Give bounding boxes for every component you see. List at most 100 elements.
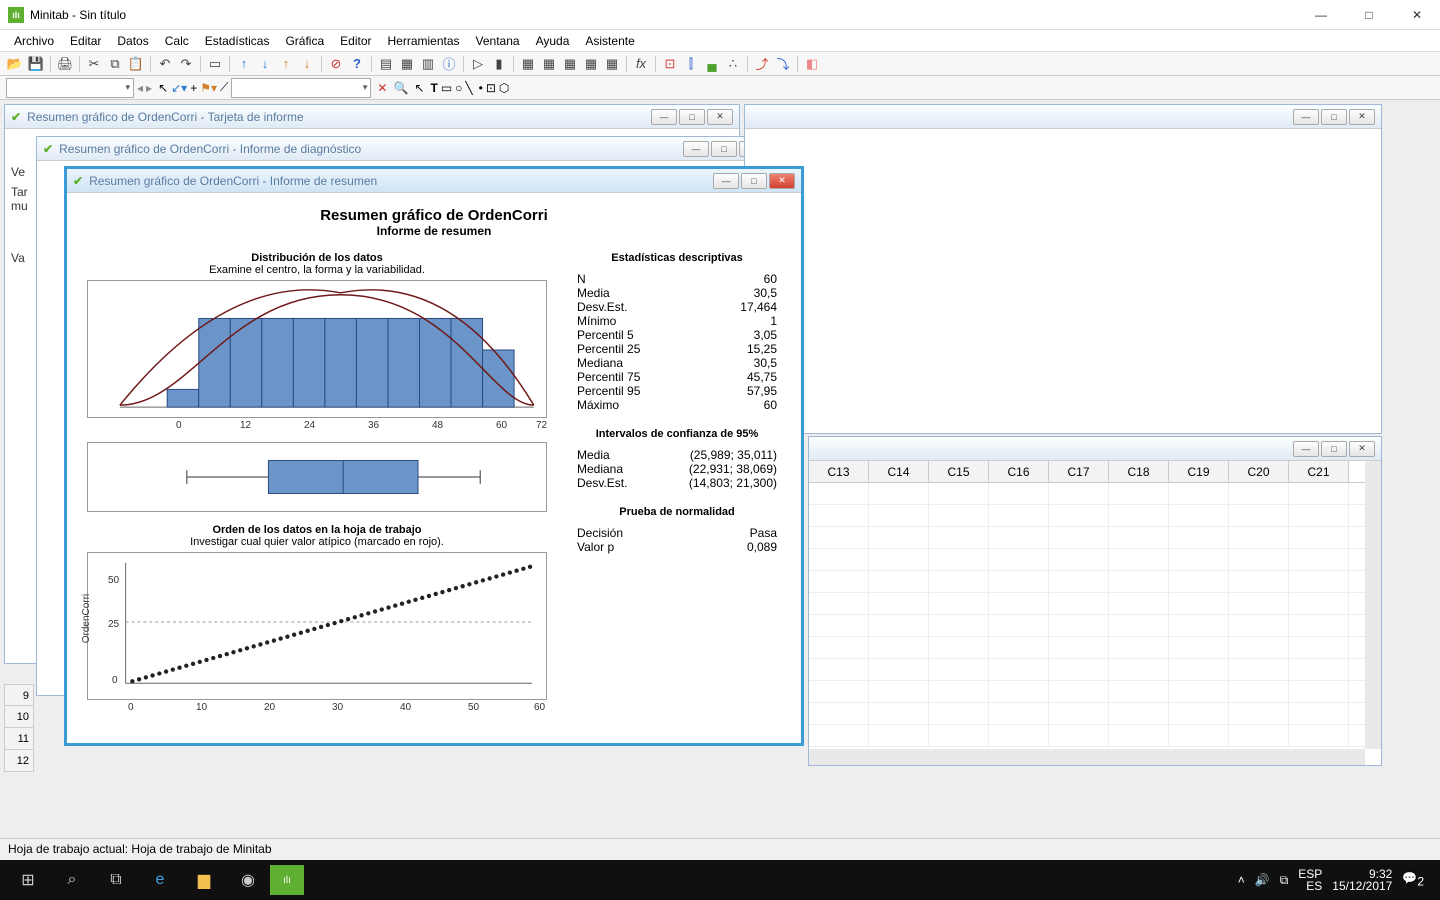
close-button[interactable]: ✕ [1402, 8, 1432, 22]
menu-archivo[interactable]: Archivo [6, 32, 62, 50]
max-icon[interactable]: □ [711, 141, 737, 157]
menu-grafica[interactable]: Gráfica [277, 32, 332, 50]
close-icon[interactable]: ✕ [769, 173, 795, 189]
close-icon[interactable]: ✕ [1349, 109, 1375, 125]
line-icon[interactable]: ╲ [465, 81, 472, 95]
menu-calc[interactable]: Calc [157, 32, 197, 50]
delete-icon[interactable]: ✕ [377, 81, 387, 95]
max-icon[interactable]: □ [1321, 441, 1347, 457]
menu-herramientas[interactable]: Herramientas [380, 32, 468, 50]
menu-editar[interactable]: Editar [62, 32, 109, 50]
circle-icon[interactable]: ○ [455, 81, 462, 95]
help-icon[interactable]: ? [348, 55, 366, 73]
brush-up-icon[interactable]: ↑ [277, 55, 295, 73]
explorer-icon[interactable]: ▆ [182, 860, 226, 900]
grid-body[interactable] [809, 483, 1381, 747]
select-icon[interactable]: ↖ [414, 81, 424, 95]
flag-icon[interactable]: ⚑▾ [200, 81, 217, 95]
volume-icon[interactable]: 🔊 [1255, 873, 1270, 887]
col-header[interactable]: C18 [1109, 461, 1169, 482]
min-icon[interactable]: — [1293, 441, 1319, 457]
tray-up-icon[interactable]: ˄ [1238, 873, 1245, 887]
close-icon[interactable]: ✕ [1349, 441, 1375, 457]
arrow-right-icon[interactable]: ▸ [146, 81, 152, 95]
project-icon[interactable]: ▥ [419, 55, 437, 73]
lang-indicator[interactable]: ESPES [1298, 868, 1322, 892]
grid1-icon[interactable]: ▦ [519, 55, 537, 73]
polyline-icon[interactable]: ⊡ [486, 81, 496, 95]
search-icon[interactable]: ⌕ [50, 860, 94, 900]
text-icon[interactable]: T [430, 81, 437, 95]
grid3-icon[interactable]: ▦ [561, 55, 579, 73]
brush-icon[interactable]: ↙▾ [171, 81, 187, 95]
eraser-icon[interactable]: ◧ [803, 55, 821, 73]
cut-icon[interactable]: ✂ [85, 55, 103, 73]
menu-asistente[interactable]: Asistente [577, 32, 642, 50]
grid4-icon[interactable]: ▦ [582, 55, 600, 73]
undo-icon[interactable]: ↶ [156, 55, 174, 73]
max-icon[interactable]: □ [741, 173, 767, 189]
scrollbar-h[interactable] [809, 749, 1365, 765]
window-session[interactable]: —□✕ [744, 104, 1382, 434]
save-icon[interactable]: 💾 [27, 55, 45, 73]
clock[interactable]: 9:3215/12/2017 [1332, 868, 1392, 892]
col-header[interactable]: C19 [1169, 461, 1229, 482]
col-header[interactable]: C17 [1049, 461, 1109, 482]
chart6-icon[interactable]: ⤵ [774, 55, 792, 73]
chart1-icon[interactable]: ⊡ [661, 55, 679, 73]
min-icon[interactable]: — [1293, 109, 1319, 125]
min-icon[interactable]: — [651, 109, 677, 125]
crosshair-icon[interactable]: + [190, 81, 197, 95]
taskview-icon[interactable]: ⧉ [94, 860, 138, 900]
marker-icon[interactable]: • [479, 81, 483, 95]
cancel-icon[interactable]: ⊘ [327, 55, 345, 73]
menu-ayuda[interactable]: Ayuda [528, 32, 578, 50]
open-icon[interactable]: 📂 [6, 55, 24, 73]
max-icon[interactable]: □ [1321, 109, 1347, 125]
col-header[interactable]: C16 [989, 461, 1049, 482]
menu-editor[interactable]: Editor [332, 32, 379, 50]
info-icon[interactable]: ⓘ [440, 55, 458, 73]
minimize-button[interactable]: — [1306, 8, 1336, 22]
chart3-icon[interactable]: ▄ [703, 55, 721, 73]
min-icon[interactable]: — [683, 141, 709, 157]
max-icon[interactable]: □ [679, 109, 705, 125]
edge-icon[interactable]: e [138, 860, 182, 900]
rect-icon[interactable]: ▭ [441, 81, 452, 95]
min-icon[interactable]: — [713, 173, 739, 189]
pointer-icon[interactable]: ↖ [158, 81, 168, 95]
col-header[interactable]: C20 [1229, 461, 1289, 482]
arrow-left-icon[interactable]: ◂ [137, 81, 143, 95]
new-icon[interactable]: ▭ [206, 55, 224, 73]
paste-icon[interactable]: 📋 [127, 55, 145, 73]
col-header[interactable]: C15 [929, 461, 989, 482]
value-combo[interactable] [231, 78, 371, 98]
menu-ventana[interactable]: Ventana [468, 32, 528, 50]
print-icon[interactable]: 🖨 [56, 55, 74, 73]
chrome-icon[interactable]: ◉ [226, 860, 270, 900]
copy-icon[interactable]: ⧉ [106, 55, 124, 73]
brush-down-icon[interactable]: ↓ [298, 55, 316, 73]
worksheet-icon[interactable]: ▦ [398, 55, 416, 73]
polygon-icon[interactable]: ⬡ [499, 81, 509, 95]
maximize-button[interactable]: □ [1354, 8, 1384, 22]
menu-datos[interactable]: Datos [109, 32, 156, 50]
fx-icon[interactable]: fx [632, 55, 650, 73]
start-icon[interactable]: ⊞ [6, 860, 50, 900]
grid5-icon[interactable]: ▦ [603, 55, 621, 73]
minitab-task-icon[interactable]: ılı [270, 865, 304, 895]
chart5-icon[interactable]: ⤴ [753, 55, 771, 73]
close-icon[interactable]: ✕ [707, 109, 733, 125]
redo-icon[interactable]: ↷ [177, 55, 195, 73]
notifications-icon[interactable]: 💬2 [1402, 871, 1424, 888]
style-combo[interactable] [6, 78, 134, 98]
zoom-icon[interactable]: 🔍 [393, 81, 408, 95]
arrow-up-icon[interactable]: ↑ [235, 55, 253, 73]
menu-estadisticas[interactable]: Estadísticas [197, 32, 278, 50]
next-icon[interactable]: ▷ [469, 55, 487, 73]
network-icon[interactable]: ⧉ [1280, 873, 1289, 888]
chart4-icon[interactable]: ∴ [724, 55, 742, 73]
brush2-icon[interactable]: ⟋ [220, 80, 228, 95]
window-resumen[interactable]: ✔ Resumen gráfico de OrdenCorri - Inform… [64, 166, 804, 746]
arrow-down-icon[interactable]: ↓ [256, 55, 274, 73]
